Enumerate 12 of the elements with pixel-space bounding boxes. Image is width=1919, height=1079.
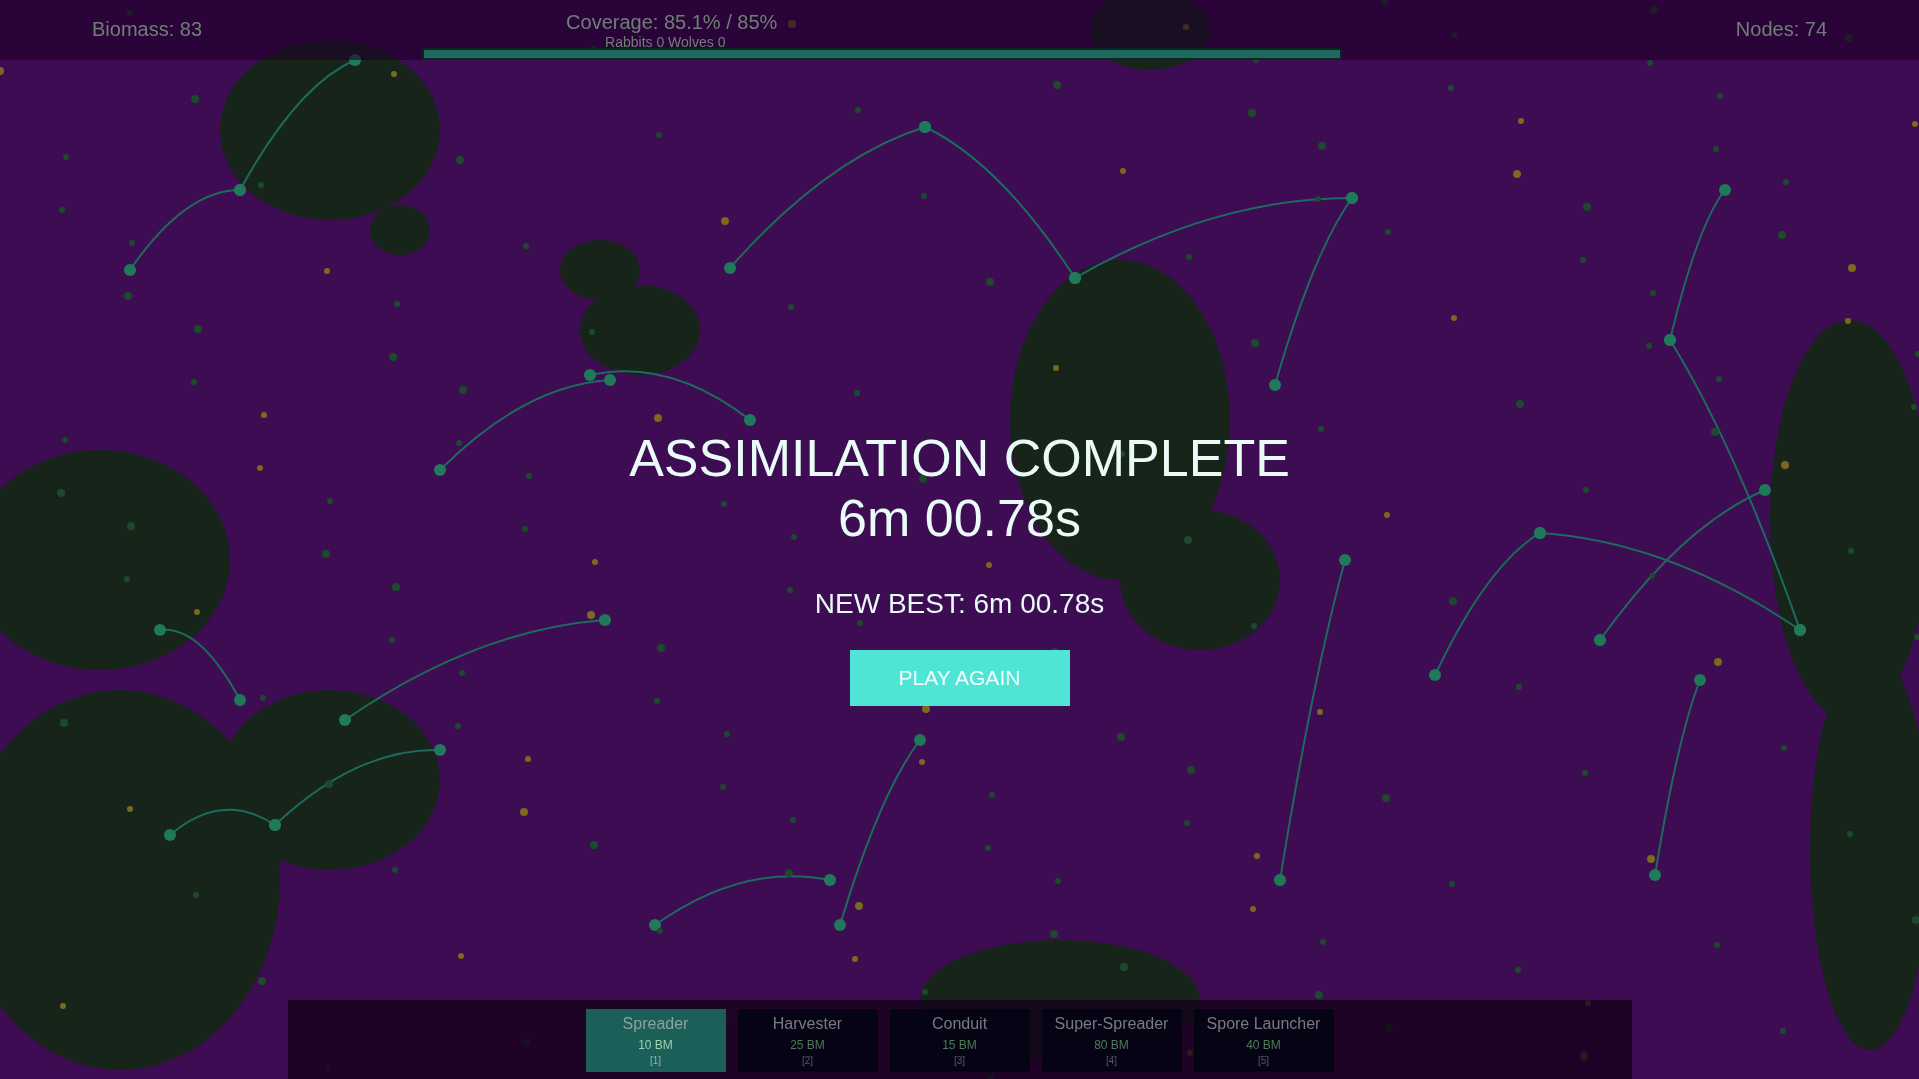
tool-button[interactable]: Super-Spreader 80 BM [4] [1041, 1009, 1182, 1072]
tool-button[interactable]: Conduit 15 BM [3] [889, 1009, 1030, 1072]
tool-button[interactable]: Spore Launcher 40 BM [5] [1193, 1009, 1334, 1072]
best-time: NEW BEST: 6m 00.78s [814, 588, 1105, 620]
population-label: Rabbits 0 Wolves 0 [605, 34, 726, 50]
nodes-counter: Nodes: 74 [1735, 18, 1827, 41]
tool-button[interactable]: Harvester 25 BM [2] [737, 1009, 878, 1072]
tool-button[interactable]: Spreader 10 BM [1] [585, 1009, 726, 1072]
biomass-counter: Biomass: 83 [92, 18, 203, 41]
result-title: ASSIMILATION COMPLETE [629, 428, 1290, 488]
coverage-label: Coverage: 85.1% / 85% [566, 11, 778, 34]
result-time: 6m 00.78s [838, 488, 1081, 548]
